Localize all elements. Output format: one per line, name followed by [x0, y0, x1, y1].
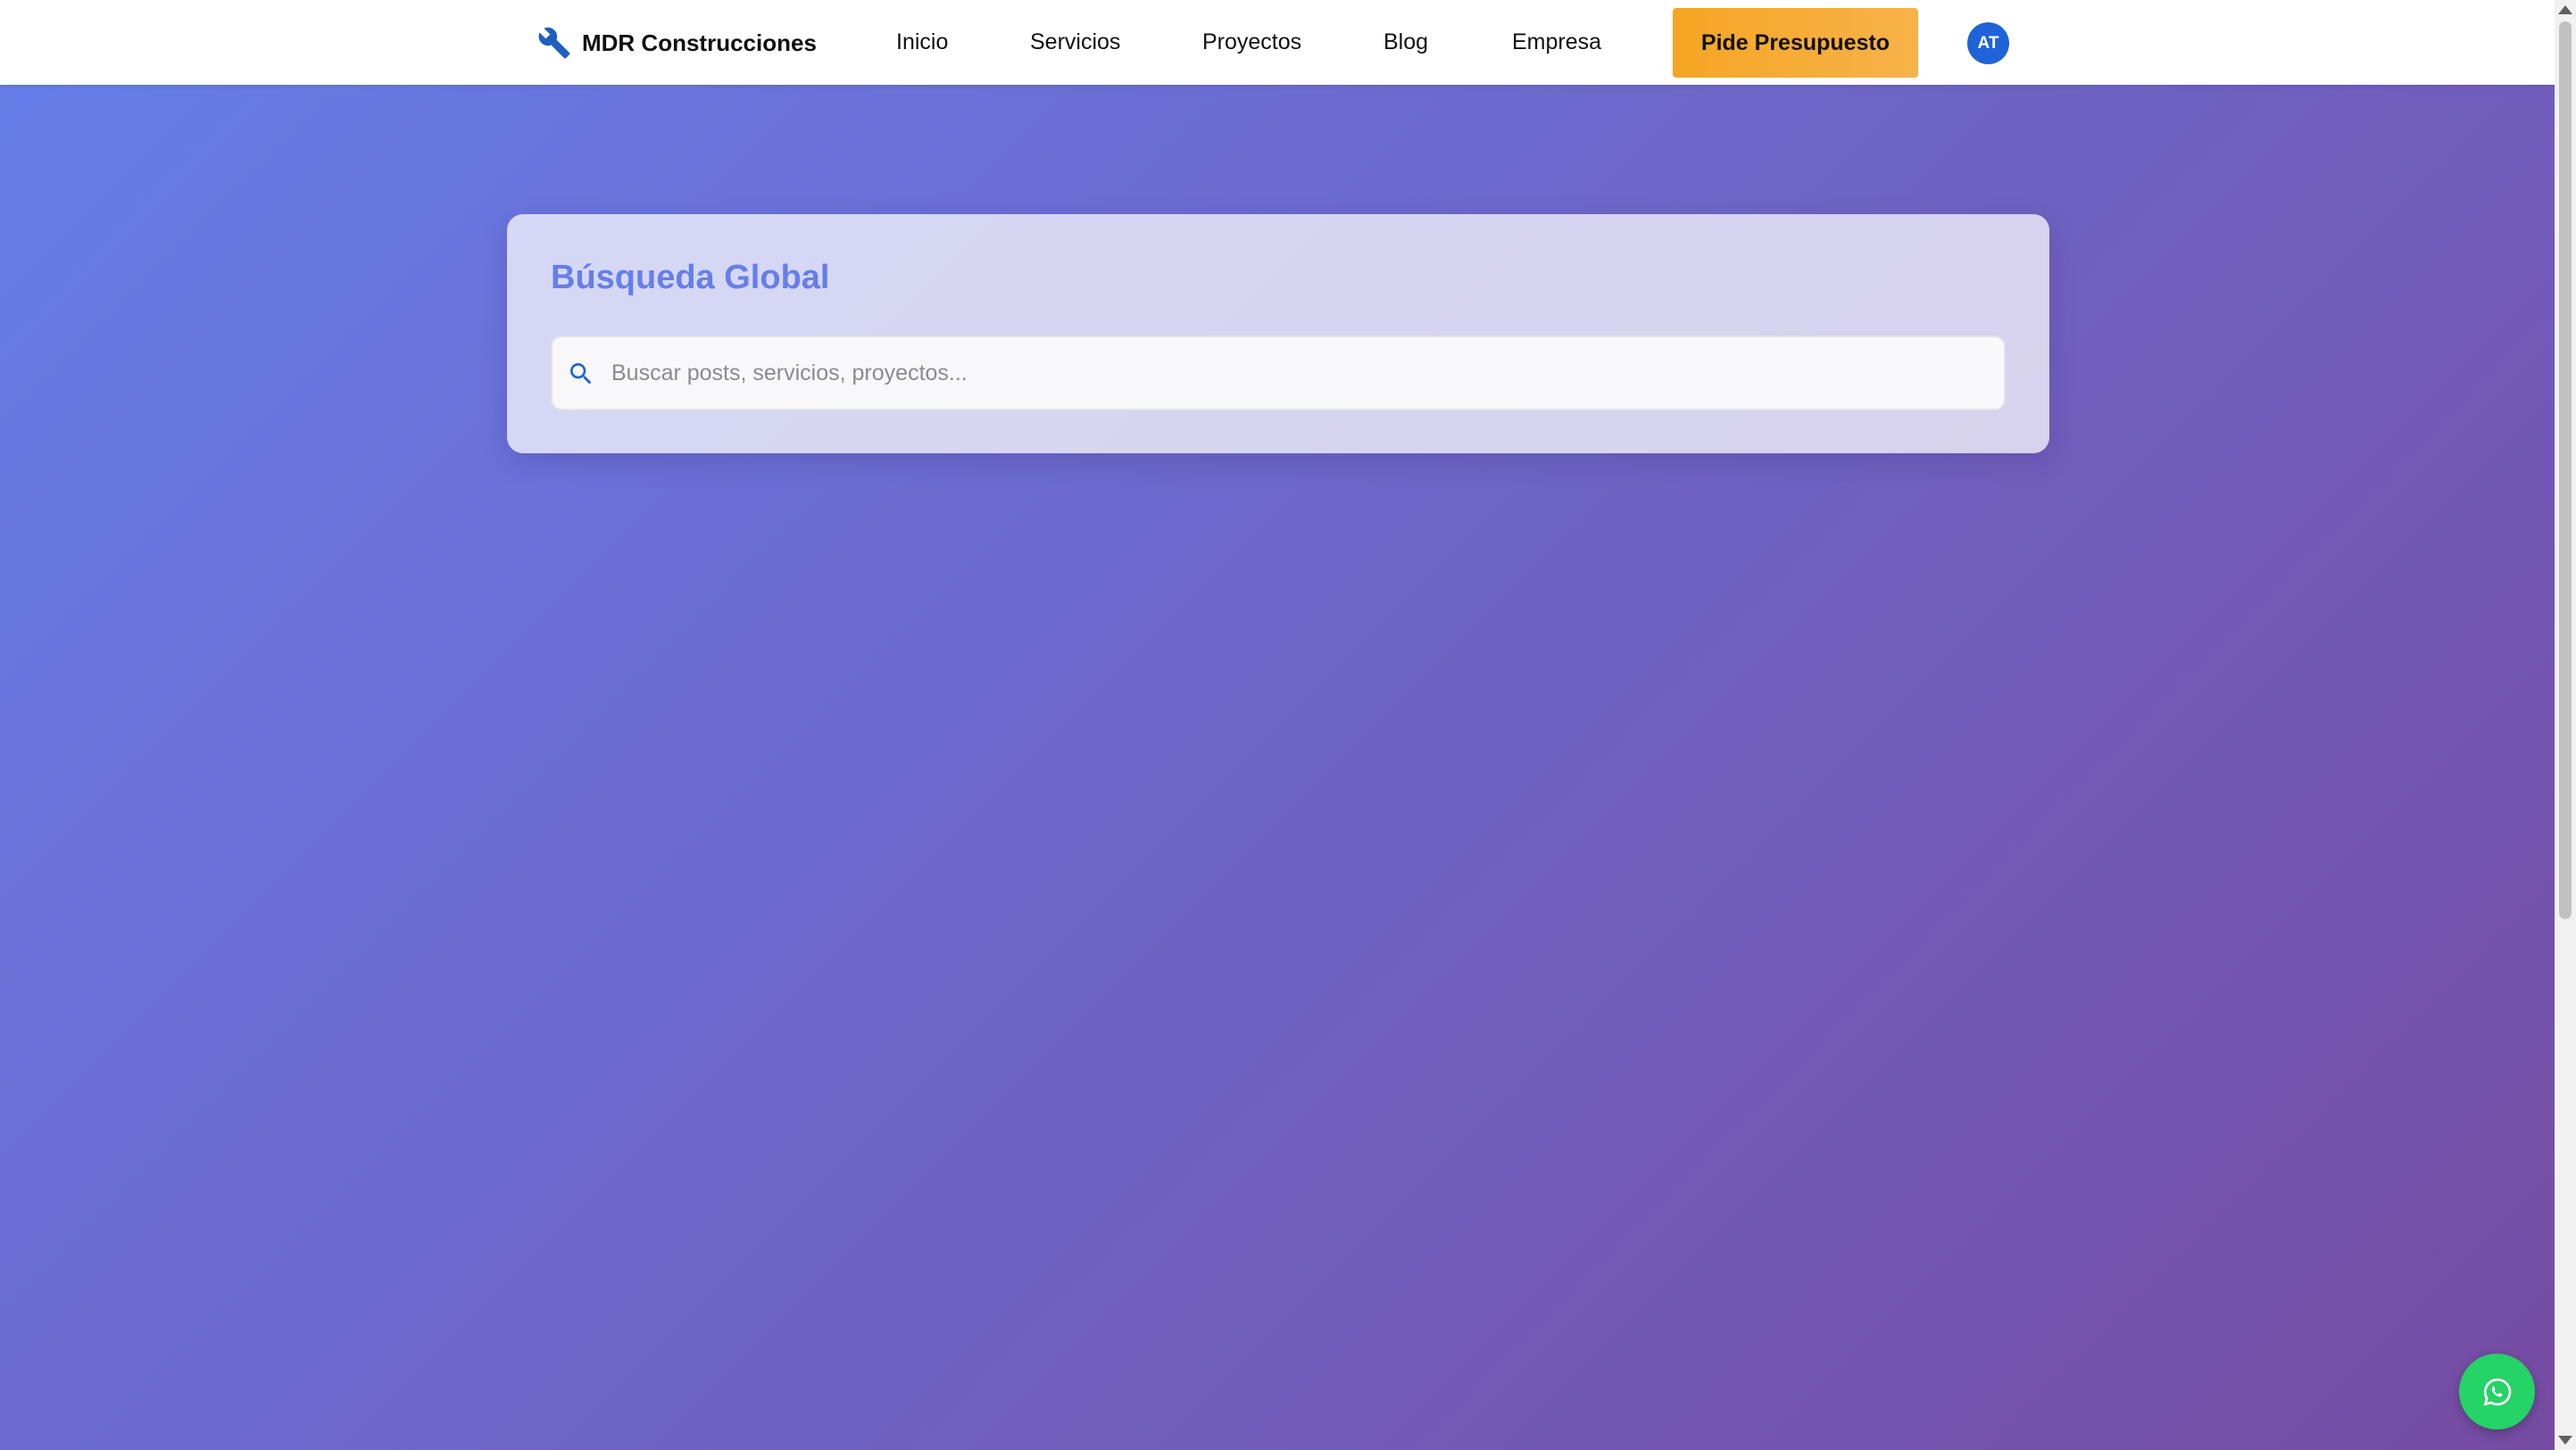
brand-name: MDR Construcciones	[582, 29, 817, 56]
scroll-up-arrow-icon[interactable]	[2558, 5, 2572, 14]
user-avatar[interactable]: AT	[1967, 22, 2009, 64]
whatsapp-button[interactable]	[2459, 1354, 2535, 1429]
top-navbar: MDR Construcciones Inicio Servicios Proy…	[0, 0, 2555, 85]
search-input[interactable]	[611, 337, 1986, 409]
nav-link-inicio[interactable]: Inicio	[896, 29, 948, 55]
wrench-icon	[538, 27, 570, 59]
nav-link-servicios[interactable]: Servicios	[1030, 29, 1120, 55]
global-search-card: Búsqueda Global	[507, 214, 2049, 453]
search-title: Búsqueda Global	[551, 259, 830, 296]
scroll-thumb[interactable]	[2559, 21, 2572, 919]
brand-logo[interactable]: MDR Construcciones	[537, 25, 817, 61]
request-quote-button[interactable]: Pide Presupuesto	[1673, 8, 1918, 78]
nav-link-blog[interactable]: Blog	[1384, 29, 1428, 55]
search-icon	[570, 363, 592, 385]
search-box	[551, 336, 2006, 410]
nav-link-empresa[interactable]: Empresa	[1512, 29, 1601, 55]
page-scrollbar[interactable]	[2555, 0, 2576, 1450]
scroll-down-arrow-icon[interactable]	[2558, 1436, 2572, 1445]
nav-link-proyectos[interactable]: Proyectos	[1202, 29, 1301, 55]
whatsapp-icon	[2483, 1378, 2511, 1405]
